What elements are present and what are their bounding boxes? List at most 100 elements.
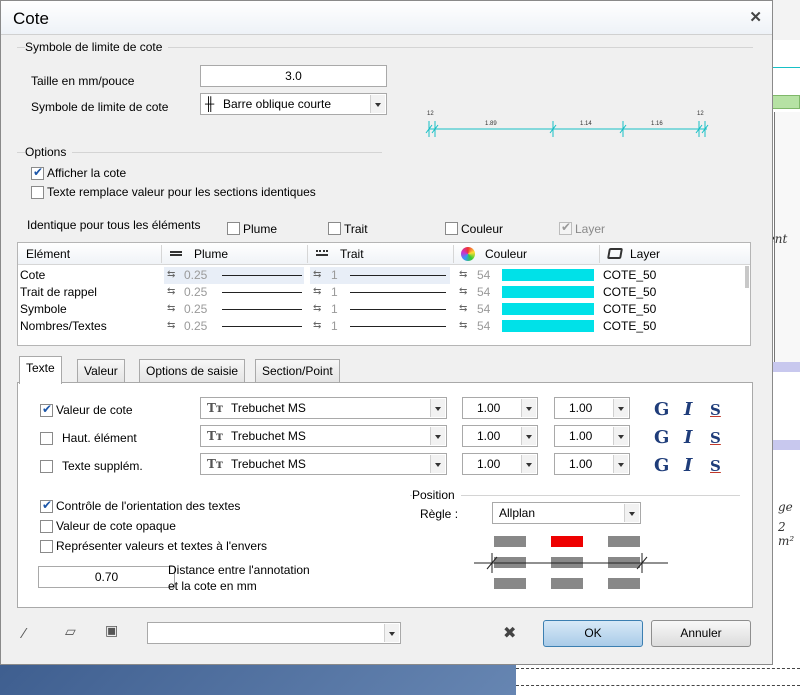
bold-button[interactable]: G: [654, 399, 669, 420]
font-combo[interactable]: Tт Trebuchet MS: [200, 453, 447, 475]
row-plume[interactable]: 0.25: [184, 285, 207, 299]
tab-section-point[interactable]: Section/Point: [255, 359, 340, 382]
table-scrollbar[interactable]: [745, 266, 749, 288]
annuler-button[interactable]: Annuler: [651, 620, 751, 647]
header-layer[interactable]: Layer: [630, 247, 660, 261]
row-trait[interactable]: 1: [331, 319, 338, 333]
layers-icon: [607, 248, 623, 259]
eyedropper-icon[interactable]: ⁄: [23, 625, 26, 642]
row-layer[interactable]: COTE_50: [603, 285, 656, 299]
height-combo[interactable]: 1.00: [462, 453, 538, 475]
chevron-down-icon[interactable]: [613, 427, 628, 445]
chevron-down-icon[interactable]: [521, 455, 536, 473]
position-top-right[interactable]: [608, 536, 640, 547]
bold-button[interactable]: G: [654, 427, 669, 448]
row-trait[interactable]: 1: [331, 268, 338, 282]
row-layer[interactable]: COTE_50: [603, 319, 656, 333]
symbole-label: Symbole de limite de cote: [31, 100, 169, 114]
underline-button[interactable]: S: [710, 457, 721, 475]
bold-button[interactable]: G: [654, 455, 669, 476]
width-combo[interactable]: 1.00: [554, 397, 630, 419]
row-trait[interactable]: 1: [331, 302, 338, 316]
italic-button[interactable]: I: [684, 427, 692, 448]
header-couleur[interactable]: Couleur: [485, 247, 527, 261]
header-plume[interactable]: Plume: [194, 247, 228, 261]
row-couleur[interactable]: 54: [477, 285, 490, 299]
table-row[interactable]: Trait de rappel ⇆ 0.25 ⇆ 1 ⇆ 54 COTE_50: [18, 284, 750, 301]
font-combo[interactable]: Tт Trebuchet MS: [200, 425, 447, 447]
regle-combo[interactable]: Allplan: [492, 502, 641, 524]
font-combo[interactable]: Tт Trebuchet MS: [200, 397, 447, 419]
inherit-icon: ⇆: [167, 269, 176, 280]
row-layer[interactable]: COTE_50: [603, 302, 656, 316]
identique-layer-checkbox[interactable]: [559, 220, 572, 235]
row-plume[interactable]: 0.25: [184, 268, 207, 282]
table-row[interactable]: Symbole ⇆ 0.25 ⇆ 1 ⇆ 54 COTE_50: [18, 301, 750, 318]
ok-button[interactable]: OK: [543, 620, 643, 647]
row-couleur[interactable]: 54: [477, 302, 490, 316]
taille-input[interactable]: 3.0: [200, 65, 387, 87]
favorite-combo[interactable]: [147, 622, 401, 644]
chevron-down-icon[interactable]: [624, 504, 639, 522]
tab-texte[interactable]: Texte: [19, 356, 62, 384]
header-trait[interactable]: Trait: [340, 247, 364, 261]
identique-trait-checkbox[interactable]: [328, 222, 341, 235]
identique-couleur-checkbox[interactable]: [445, 222, 458, 235]
identique-plume-checkbox[interactable]: [227, 222, 240, 235]
chevron-down-icon[interactable]: [384, 624, 399, 642]
taille-value: 3.0: [285, 69, 302, 83]
chevron-down-icon[interactable]: [430, 399, 445, 417]
representer-envers-checkbox[interactable]: [40, 540, 53, 553]
symbole-combo[interactable]: ╫ Barre oblique courte: [200, 93, 387, 115]
texte-remplace-checkbox[interactable]: [31, 186, 44, 199]
row-couleur[interactable]: 54: [477, 268, 490, 282]
background-blue-bar: [771, 362, 800, 372]
valeur-opaque-checkbox[interactable]: [40, 520, 53, 533]
row-plume[interactable]: 0.25: [184, 319, 207, 333]
color-swatch: [502, 269, 594, 281]
distance-input[interactable]: 0.70: [38, 566, 175, 588]
line-swatch: [350, 292, 446, 293]
position-bottom-center[interactable]: [551, 578, 583, 589]
position-top-center-selected[interactable]: [551, 536, 583, 547]
italic-button[interactable]: I: [684, 455, 692, 476]
controle-orientation-checkbox[interactable]: [40, 498, 53, 513]
chevron-down-icon[interactable]: [430, 455, 445, 473]
underline-button[interactable]: S: [710, 401, 721, 419]
row-trait[interactable]: 1: [331, 285, 338, 299]
height-combo[interactable]: 1.00: [462, 397, 538, 419]
open-folder-icon[interactable]: ▱: [65, 623, 76, 640]
position-top-left[interactable]: [494, 536, 526, 547]
width-combo[interactable]: 1.00: [554, 453, 630, 475]
chevron-down-icon[interactable]: [613, 455, 628, 473]
valeur-de-cote-checkbox[interactable]: [40, 402, 53, 417]
chevron-down-icon[interactable]: [613, 399, 628, 417]
header-element[interactable]: Elément: [26, 247, 70, 261]
chevron-down-icon[interactable]: [521, 427, 536, 445]
row-layer[interactable]: COTE_50: [603, 268, 656, 282]
tools-icon[interactable]: ✖: [503, 623, 516, 643]
width-combo[interactable]: 1.00: [554, 425, 630, 447]
position-bottom-right[interactable]: [608, 578, 640, 589]
table-row[interactable]: Nombres/Textes ⇆ 0.25 ⇆ 1 ⇆ 54 COTE_50: [18, 318, 750, 335]
haut-element-checkbox[interactable]: [40, 432, 53, 445]
position-selector[interactable]: [456, 533, 686, 597]
tab-valeur[interactable]: Valeur: [77, 359, 125, 382]
position-bottom-left[interactable]: [494, 578, 526, 589]
close-icon[interactable]: ✕: [749, 8, 762, 26]
inherit-icon: ⇆: [167, 286, 176, 297]
row-plume[interactable]: 0.25: [184, 302, 207, 316]
texte-supplem-checkbox[interactable]: [40, 460, 53, 473]
save-favorite-icon[interactable]: ▣: [105, 622, 118, 639]
underline-button[interactable]: S: [710, 429, 721, 447]
afficher-checkbox[interactable]: [31, 165, 44, 180]
background-dashed-line: [516, 668, 800, 669]
italic-button[interactable]: I: [684, 399, 692, 420]
height-combo[interactable]: 1.00: [462, 425, 538, 447]
row-couleur[interactable]: 54: [477, 319, 490, 333]
chevron-down-icon[interactable]: [521, 399, 536, 417]
tab-options-de-saisie[interactable]: Options de saisie: [139, 359, 246, 382]
chevron-down-icon[interactable]: [430, 427, 445, 445]
chevron-down-icon[interactable]: [370, 95, 385, 113]
table-row[interactable]: Cote ⇆ 0.25 ⇆ 1 ⇆ 54 COTE_50: [18, 267, 750, 284]
